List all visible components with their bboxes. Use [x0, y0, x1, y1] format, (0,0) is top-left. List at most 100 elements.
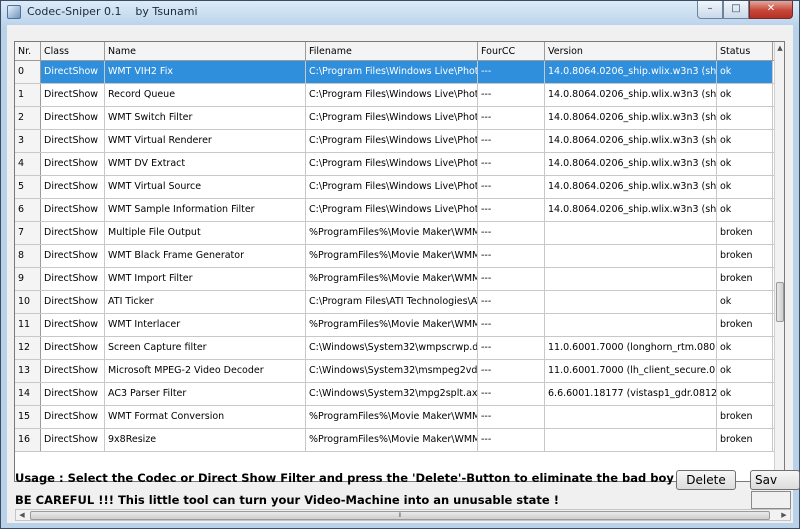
row-number: 3: [15, 130, 41, 152]
version-cell: [545, 222, 717, 244]
name-cell: WMT Black Frame Generator: [105, 245, 306, 267]
maximize-button[interactable]: □: [723, 1, 749, 19]
table-row[interactable]: 13 DirectShow Microsoft MPEG-2 Video Decod…: [15, 360, 775, 383]
status-cell: ok: [717, 153, 773, 175]
table-row[interactable]: 3 DirectShow WMT Virtual Renderer C:\Progra…: [15, 130, 775, 153]
version-cell: 14.0.8064.0206_ship.wlix.w3n3 (ship): [545, 199, 717, 221]
class-cell: DirectShow: [41, 429, 105, 451]
table-row[interactable]: 11 DirectShow WMT Interlacer %ProgramFiles%…: [15, 314, 775, 337]
class-cell: DirectShow: [41, 176, 105, 198]
filename-cell: C:\Program Files\Windows Live\Photo: [306, 84, 478, 106]
version-cell: 14.0.8064.0206_ship.wlix.w3n3 (ship): [545, 176, 717, 198]
warning-text: BE CAREFUL !!! This little tool can turn…: [15, 493, 559, 507]
status-cell: ok: [717, 176, 773, 198]
column-header-version[interactable]: Version: [545, 42, 717, 61]
filename-cell: C:\Program Files\ATI Technologies\ATI: [306, 291, 478, 313]
class-cell: DirectShow: [41, 245, 105, 267]
table-row[interactable]: 4 DirectShow WMT DV Extract C:\Program File…: [15, 153, 775, 176]
table-row[interactable]: 8 DirectShow WMT Black Frame Generator %Pro…: [15, 245, 775, 268]
column-header-filename[interactable]: Filename: [306, 42, 478, 61]
row-number: 8: [15, 245, 41, 267]
table-row[interactable]: 5 DirectShow WMT Virtual Source C:\Program …: [15, 176, 775, 199]
vertical-scroll-thumb[interactable]: [776, 282, 784, 322]
column-header-nr[interactable]: Nr.: [15, 42, 41, 61]
version-cell: 6.6.6001.18177 (vistasp1_gdr.081204-: [545, 383, 717, 405]
fourcc-cell: ---: [478, 130, 545, 152]
scroll-up-arrow-icon[interactable]: ▲: [775, 42, 784, 54]
status-cell: ok: [717, 383, 773, 405]
status-cell: broken: [717, 314, 773, 336]
fourcc-cell: ---: [478, 199, 545, 221]
scroll-left-arrow-icon[interactable]: ◀: [16, 510, 28, 520]
table-row[interactable]: 6 DirectShow WMT Sample Information Filter…: [15, 199, 775, 222]
fourcc-cell: ---: [478, 268, 545, 290]
table-row[interactable]: 2 DirectShow WMT Switch Filter C:\Program F…: [15, 107, 775, 130]
small-control-box[interactable]: [751, 491, 791, 509]
title-bar[interactable]: Codec-Sniper 0.1 by Tsunami – □ ✕: [1, 1, 799, 23]
minimize-button[interactable]: –: [697, 1, 723, 19]
client-area: Nr. Class Name Filename FourCC Version S…: [7, 25, 800, 523]
class-cell: DirectShow: [41, 107, 105, 129]
table-row[interactable]: 12 DirectShow Screen Capture filter C:\Wind…: [15, 337, 775, 360]
filename-cell: %ProgramFiles%\Movie Maker\WMM2: [306, 245, 478, 267]
window-title: Codec-Sniper 0.1 by Tsunami: [27, 5, 198, 18]
name-cell: ATI Ticker: [105, 291, 306, 313]
name-cell: Multiple File Output: [105, 222, 306, 244]
class-cell: DirectShow: [41, 84, 105, 106]
codec-table[interactable]: Nr. Class Name Filename FourCC Version S…: [14, 41, 785, 482]
class-cell: DirectShow: [41, 153, 105, 175]
name-cell: Record Queue: [105, 84, 306, 106]
fourcc-cell: ---: [478, 383, 545, 405]
status-cell: broken: [717, 406, 773, 428]
status-cell: ok: [717, 291, 773, 313]
column-header-class[interactable]: Class: [41, 42, 105, 61]
table-row[interactable]: 1 DirectShow Record Queue C:\Program Files\…: [15, 84, 775, 107]
delete-button[interactable]: Delete: [676, 470, 736, 490]
column-header-name[interactable]: Name: [105, 42, 306, 61]
fourcc-cell: ---: [478, 406, 545, 428]
save-button[interactable]: Sav: [750, 470, 800, 490]
status-cell: ok: [717, 130, 773, 152]
fourcc-cell: ---: [478, 291, 545, 313]
table-row[interactable]: 15 DirectShow WMT Format Conversion %Progra…: [15, 406, 775, 429]
row-number: 14: [15, 383, 41, 405]
name-cell: WMT DV Extract: [105, 153, 306, 175]
caption-buttons: – □ ✕: [697, 1, 793, 20]
table-row[interactable]: 0 DirectShow WMT VIH2 Fix C:\Program Files\…: [15, 61, 775, 84]
class-cell: DirectShow: [41, 383, 105, 405]
filename-cell: C:\Program Files\Windows Live\Photo: [306, 176, 478, 198]
horizontal-scrollbar[interactable]: ◀ ⦀ ▶: [15, 509, 791, 521]
version-cell: [545, 245, 717, 267]
horizontal-scroll-thumb[interactable]: ⦀: [30, 511, 770, 520]
class-cell: DirectShow: [41, 268, 105, 290]
vertical-scrollbar[interactable]: ▲ ▼: [774, 42, 784, 481]
column-header-fourcc[interactable]: FourCC: [478, 42, 545, 61]
fourcc-cell: ---: [478, 176, 545, 198]
scroll-right-arrow-icon[interactable]: ▶: [778, 510, 790, 520]
app-icon: [7, 5, 21, 19]
table-row[interactable]: 16 DirectShow 9x8Resize %ProgramFiles%\Movi…: [15, 429, 775, 452]
table-row[interactable]: 10 DirectShow ATI Ticker C:\Program Files\A…: [15, 291, 775, 314]
version-cell: [545, 429, 717, 451]
fourcc-cell: ---: [478, 337, 545, 359]
usage-text: Usage : Select the Codec or Direct Show …: [15, 471, 674, 485]
column-header-status[interactable]: Status: [717, 42, 773, 61]
table-body: 0 DirectShow WMT VIH2 Fix C:\Program Files\…: [15, 61, 775, 452]
fourcc-cell: ---: [478, 107, 545, 129]
table-row[interactable]: 9 DirectShow WMT Import Filter %ProgramFile…: [15, 268, 775, 291]
name-cell: WMT Switch Filter: [105, 107, 306, 129]
version-cell: 11.0.6001.7000 (lh_client_secure.0712: [545, 360, 717, 382]
version-cell: 14.0.8064.0206_ship.wlix.w3n3 (ship): [545, 107, 717, 129]
name-cell: Microsoft MPEG-2 Video Decoder: [105, 360, 306, 382]
version-cell: 14.0.8064.0206_ship.wlix.w3n3 (ship): [545, 61, 717, 83]
filename-cell: C:\Program Files\Windows Live\Photo: [306, 153, 478, 175]
table-row[interactable]: 7 DirectShow Multiple File Output %ProgramF…: [15, 222, 775, 245]
class-cell: DirectShow: [41, 314, 105, 336]
table-row[interactable]: 14 DirectShow AC3 Parser Filter C:\Windows\…: [15, 383, 775, 406]
name-cell: WMT VIH2 Fix: [105, 61, 306, 83]
filename-cell: C:\Program Files\Windows Live\Photo: [306, 130, 478, 152]
status-cell: ok: [717, 107, 773, 129]
status-cell: ok: [717, 199, 773, 221]
close-button[interactable]: ✕: [749, 1, 793, 19]
filename-cell: %ProgramFiles%\Movie Maker\WMM2: [306, 268, 478, 290]
